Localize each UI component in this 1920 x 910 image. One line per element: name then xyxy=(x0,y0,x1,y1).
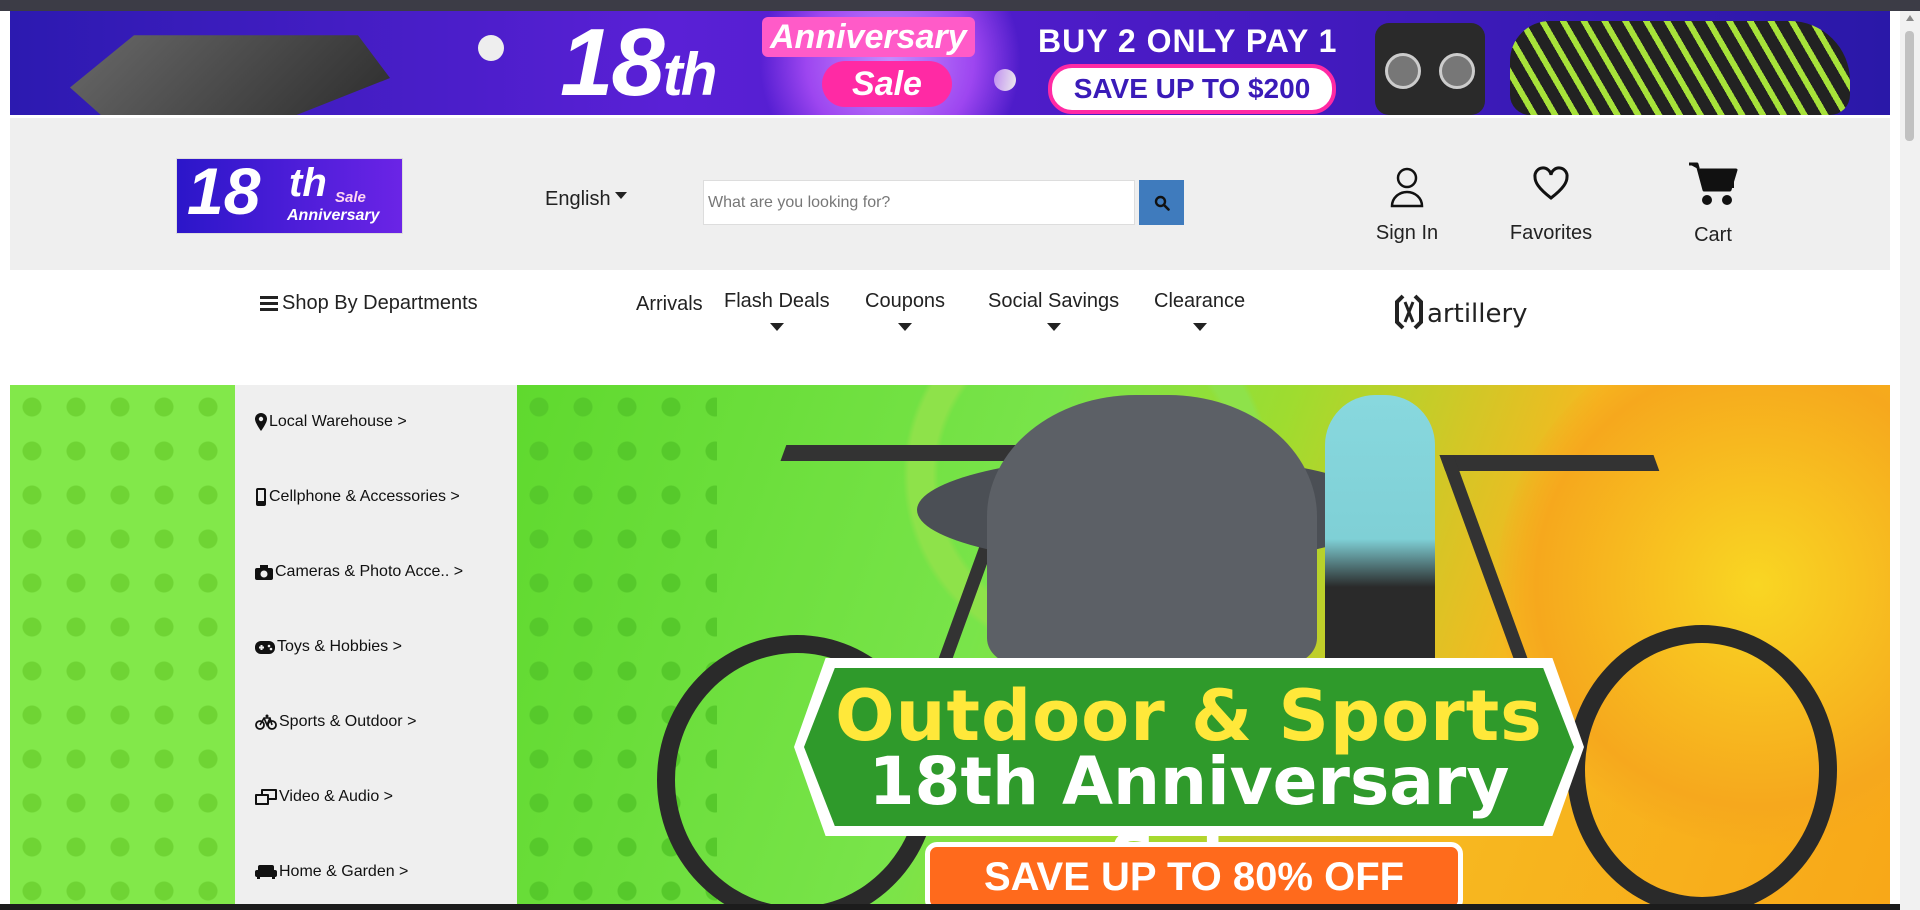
cart-label: Cart xyxy=(1694,224,1732,246)
hamburger-icon xyxy=(260,293,278,314)
nav-flash-deals[interactable]: Flash Deals xyxy=(724,290,830,331)
scrollbar-thumb[interactable] xyxy=(1905,31,1914,141)
caret-down-icon xyxy=(898,323,913,331)
favorites-link[interactable]: Favorites xyxy=(1496,166,1606,245)
category-label: Cellphone & Accessories > xyxy=(269,488,460,505)
caret-down-icon xyxy=(1192,323,1207,331)
language-selector[interactable]: English xyxy=(545,188,627,211)
nav-social-savings-label: Social Savings xyxy=(988,290,1120,312)
sign-in-label: Sign In xyxy=(1375,222,1439,244)
browser-bottom-strip xyxy=(0,904,1900,910)
caret-down-icon xyxy=(614,192,627,200)
gamepad-icon xyxy=(255,640,275,654)
heart-icon xyxy=(1533,166,1569,200)
banner-sale-label: Sale xyxy=(822,61,952,107)
banner-headline: BUY 2 ONLY PAY 1 xyxy=(1038,23,1338,59)
site-header: 18 th Sale Anniversary English Sign In F… xyxy=(10,118,1890,270)
nav-coupons-label: Coupons xyxy=(865,290,946,312)
site-logo[interactable]: 18 th Sale Anniversary xyxy=(176,154,403,234)
nav-clearance[interactable]: Clearance xyxy=(1154,290,1245,331)
favorites-label: Favorites xyxy=(1509,222,1593,244)
category-local-warehouse[interactable]: Local Warehouse > xyxy=(255,413,407,431)
rc-car-image xyxy=(1510,21,1850,115)
banner-anniversary-number: 18th xyxy=(560,11,717,115)
nav-arrivals[interactable]: Arrivals xyxy=(636,293,703,316)
nav-flash-deals-label: Flash Deals xyxy=(724,290,830,312)
nav-coupons[interactable]: Coupons xyxy=(865,290,945,331)
main-nav: Shop By Departments Arrivals Flash Deals… xyxy=(10,272,1890,382)
category-menu: Local Warehouse > Cellphone & Accessorie… xyxy=(235,385,517,905)
cart-link[interactable]: Cart xyxy=(1658,158,1768,247)
nav-social-savings[interactable]: Social Savings xyxy=(988,290,1119,331)
category-label: Local Warehouse > xyxy=(269,413,407,430)
cart-icon xyxy=(1689,162,1738,205)
nav-clearance-label: Clearance xyxy=(1154,290,1246,312)
category-label: Cameras & Photo Acce.. > xyxy=(275,563,464,580)
user-icon xyxy=(1390,167,1424,208)
bicycle-icon xyxy=(255,714,277,730)
sign-in-link[interactable]: Sign In xyxy=(1352,166,1462,245)
artillery-wordmark: artillery xyxy=(1427,299,1528,329)
category-sports-outdoor[interactable]: Sports & Outdoor > xyxy=(255,713,416,731)
bait-boat-image xyxy=(70,35,390,115)
caret-down-icon xyxy=(769,323,784,331)
category-video-audio[interactable]: Video & Audio > xyxy=(255,788,393,806)
category-cameras[interactable]: Cameras & Photo Acce.. > xyxy=(255,563,463,581)
photo-video-icon xyxy=(255,789,277,805)
bike-wheel-right xyxy=(1567,625,1837,905)
hero-left-pattern xyxy=(10,385,235,905)
search-icon xyxy=(1154,195,1170,211)
location-pin-icon xyxy=(255,413,267,431)
category-label: Video & Audio > xyxy=(279,788,394,805)
rc-remote-image xyxy=(1375,23,1485,115)
sun-hat-image xyxy=(987,395,1317,665)
promo-banner[interactable]: 18th Anniversary Sale BUY 2 ONLY PAY 1 S… xyxy=(10,11,1890,115)
page-scrollbar[interactable] xyxy=(1900,11,1920,910)
category-label: Home & Garden > xyxy=(279,863,409,880)
artillery-brand-logo[interactable]: artillery xyxy=(1393,288,1553,336)
caret-down-icon xyxy=(1046,323,1061,331)
language-label: English xyxy=(545,188,611,210)
cellphone-icon xyxy=(256,488,266,506)
category-label: Toys & Hobbies > xyxy=(277,638,402,655)
category-cellphone[interactable]: Cellphone & Accessories > xyxy=(255,488,460,506)
category-home-garden[interactable]: Home & Garden > xyxy=(255,863,408,881)
shop-by-departments-button[interactable]: Shop By Departments xyxy=(260,292,478,315)
category-label: Sports & Outdoor > xyxy=(279,713,417,730)
hero-main-image: Outdoor & Sports 18th Anniversary Sale S… xyxy=(517,385,1890,905)
decor-dot xyxy=(478,35,504,61)
couch-icon xyxy=(255,865,277,879)
search-input[interactable] xyxy=(703,180,1135,225)
banner-offer: SAVE UP TO $200 xyxy=(1048,64,1336,114)
camera-icon xyxy=(255,564,273,580)
banner-anniversary-label: Anniversary xyxy=(762,17,975,57)
category-toys-hobbies[interactable]: Toys & Hobbies > xyxy=(255,638,402,656)
scroll-up-arrow-icon[interactable] xyxy=(1906,15,1914,21)
hero-offer: SAVE UP TO 80% OFF xyxy=(925,842,1463,905)
search-button[interactable] xyxy=(1139,180,1184,225)
browser-top-strip xyxy=(0,0,1920,11)
departments-label: Shop By Departments xyxy=(282,292,478,314)
